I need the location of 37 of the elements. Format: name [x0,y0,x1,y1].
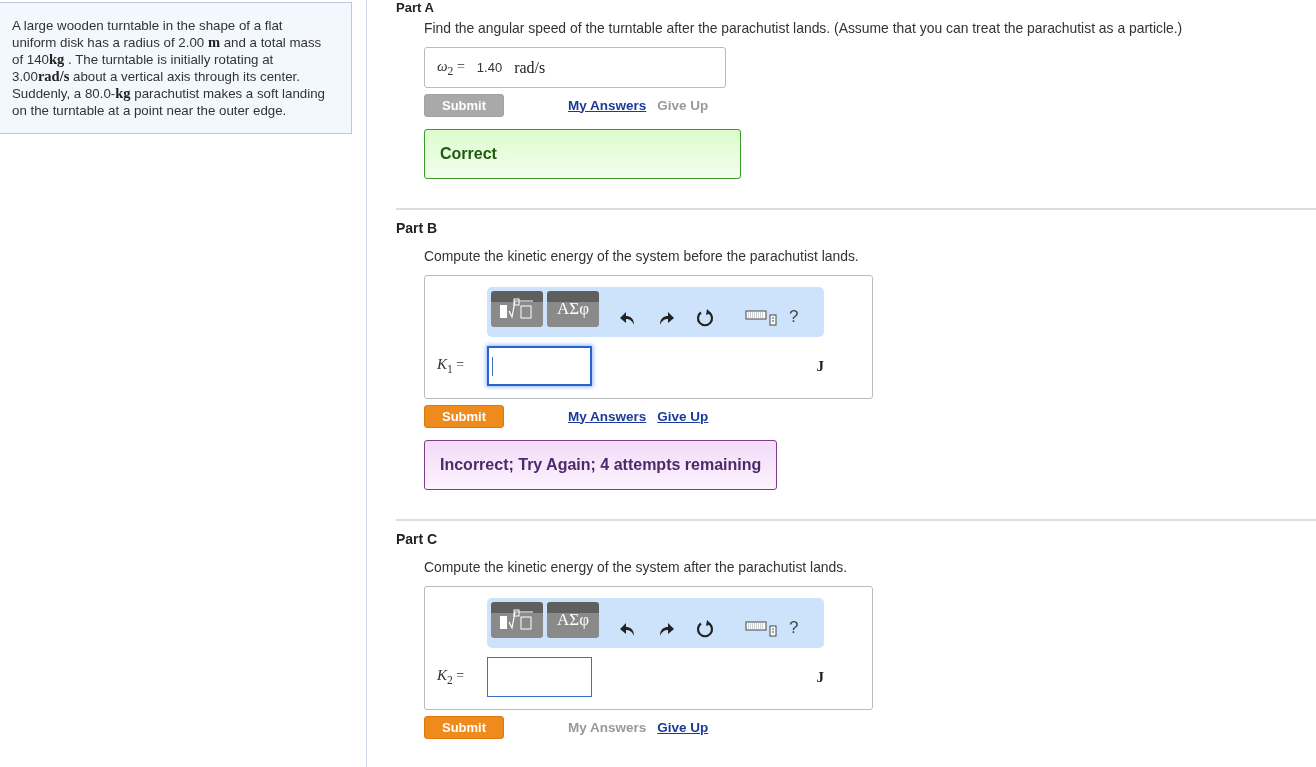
my-answers-link[interactable]: My Answers [568,97,647,113]
part-heading: Part B [396,220,439,237]
keyboard-icon[interactable] [745,310,779,326]
answer-input[interactable] [487,346,592,386]
feedback-message: Incorrect; Try Again; 4 attempts remaining [424,440,778,490]
part-heading: Part C [396,531,439,548]
question-text: Compute the kinetic energy of the system after the parachutist lands. [424,559,849,575]
redo-icon[interactable] [657,620,675,638]
give-up-link[interactable]: Give Up [657,408,709,424]
unit-label: J [816,357,824,375]
unit-label: rad/s [514,58,546,77]
unit-label: J [816,668,824,686]
help-button[interactable]: ? [787,307,801,327]
answer-value: 1.40 [476,60,503,75]
template-button[interactable] [491,602,543,638]
help-button[interactable]: ? [787,618,801,638]
reset-icon[interactable] [695,308,715,328]
submit-button[interactable]: Submit [424,715,504,739]
give-up-link[interactable]: Give Up [657,719,709,735]
problem-statement: A large wooden turntable in the shape of a flat uniform disk has a radius of 2.00 m and a total mass of 140kg . The turntable is initially rotating at 3.00rad/s about a vertical axis through its center. Suddenly, a 80.0-kg parachutist makes a soft landing on the turntable at a point near the outer edge. [0,2,352,134]
part-heading: Part A [396,0,435,16]
variable-label: K$_{2}$ = [437,667,466,687]
variable-label: K$_{1}$ = [437,356,466,376]
submit-button[interactable]: Submit [424,404,504,428]
text-cursor [492,357,493,376]
reset-icon[interactable] [695,619,715,639]
feedback-message: Correct [424,129,741,179]
symbols-button[interactable]: ΑΣφ [547,602,599,638]
symbols-button[interactable]: ΑΣφ [547,291,599,327]
answer-input[interactable] [487,657,592,697]
keyboard-icon[interactable] [745,621,779,637]
question-text: Find the angular speed of the turntable after the parachutist lands. (Assume that you can treat the parachutist as a particle.) [424,20,1184,36]
question-text: Compute the kinetic energy of the system before the parachutist lands. [424,248,860,264]
my-answers-link[interactable]: My Answers [568,408,647,424]
redo-icon[interactable] [657,309,675,327]
variable-label: ω$_{2}$ = [437,57,465,78]
template-button[interactable] [491,291,543,327]
